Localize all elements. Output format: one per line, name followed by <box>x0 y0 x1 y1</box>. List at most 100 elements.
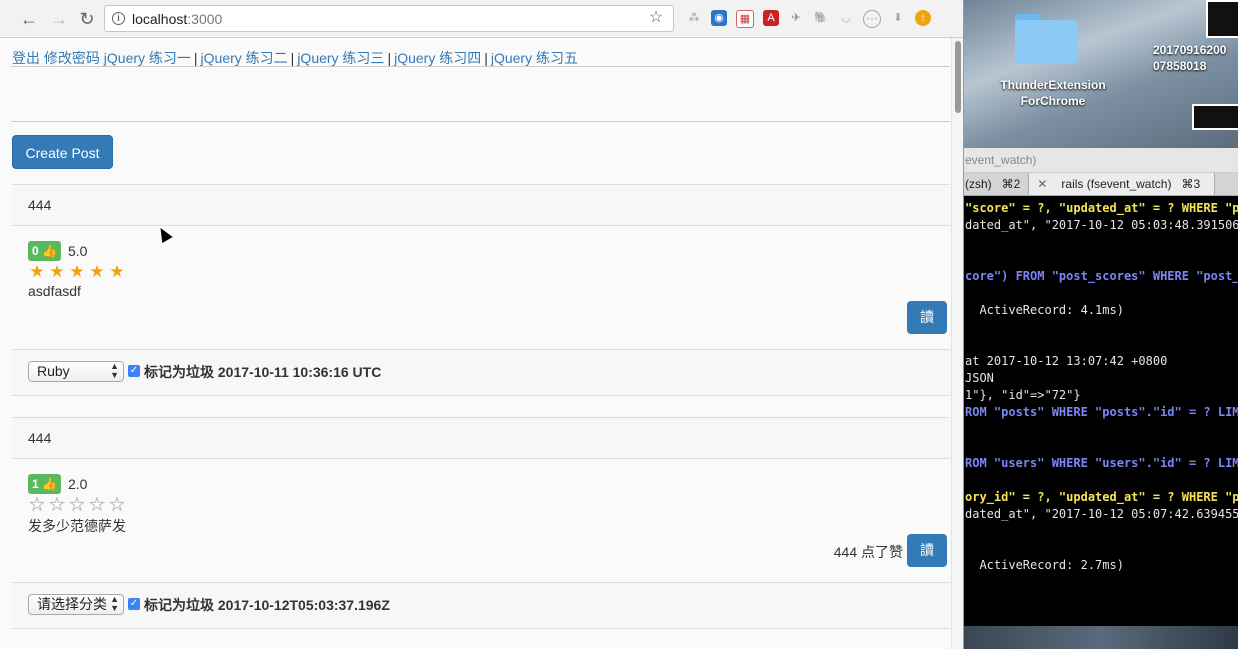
extension-icon[interactable]: ⁂ <box>686 10 702 26</box>
post-body: 0 👍 5.0 ★ ★ ★ ★ ★ asdfasdf 讀 <box>12 225 950 349</box>
like-button[interactable]: 1 👍 <box>28 474 61 494</box>
star-icon[interactable]: ★ <box>68 496 86 514</box>
star-rating[interactable]: ★ ★ ★ ★ ★ <box>28 496 126 514</box>
forward-arrow-icon[interactable]: → <box>49 9 69 29</box>
star-icon[interactable]: ★ <box>108 263 126 280</box>
nav-separator: | <box>484 50 488 66</box>
back-arrow-icon[interactable]: ← <box>19 9 39 29</box>
star-icon[interactable]: ★ <box>48 263 66 280</box>
tab-title: rails (fsevent_watch) <box>1061 177 1172 191</box>
desktop-folder-label[interactable]: ThunderExtension ForChrome <box>978 77 1128 109</box>
nav-link-change-password[interactable]: 修改密码 <box>44 50 100 66</box>
spam-checkbox[interactable]: ✓ <box>128 365 140 377</box>
like-button[interactable]: 0 👍 <box>28 241 61 261</box>
thumbs-up-icon: 👍 <box>42 477 57 491</box>
terminal-line: core") FROM "post_scores" WHERE "post_sc <box>965 269 1238 283</box>
nav-link-jquery-1[interactable]: jQuery 练习一 <box>104 50 191 66</box>
screenshot-extension-icon[interactable]: ◉ <box>711 10 727 26</box>
spam-label: 标记为垃圾 2017-10-12T05:03:37.196Z <box>144 597 390 613</box>
file-label-line-1: 20170916200 <box>1153 43 1227 57</box>
reload-icon[interactable]: ↻ <box>77 9 97 29</box>
read-button[interactable]: 讀 <box>907 301 947 334</box>
terminal-tab-rails[interactable]: ✕ rails (fsevent_watch) ⌘3 <box>1029 173 1216 195</box>
screenshot-thumbnail-icon[interactable] <box>1206 0 1238 38</box>
post-textarea[interactable] <box>11 66 950 122</box>
terminal-window[interactable]: event_watch) (zsh) ⌘2 ✕ rails (fsevent_w… <box>963 148 1238 626</box>
terminal-line: dated_at", "2017-10-12 05:03:48.391506"] <box>965 218 1238 232</box>
star-icon[interactable]: ★ <box>68 263 86 280</box>
page-content: 登出 修改密码 jQuery 练习一 | jQuery 练习二 | jQuery 练习三… <box>0 38 950 649</box>
terminal-line: ActiveRecord: 4.1ms) <box>965 303 1124 317</box>
scrollbar-thumb[interactable] <box>955 41 961 113</box>
nav-link-jquery-4[interactable]: jQuery 练习四 <box>394 50 481 66</box>
create-post-button[interactable]: Create Post <box>12 135 113 169</box>
url-host: localhost <box>132 11 188 27</box>
star-icon[interactable]: ★ <box>28 496 46 514</box>
nav-link-jquery-3[interactable]: jQuery 练习三 <box>297 50 384 66</box>
calendar-extension-icon[interactable]: ▦ <box>736 10 754 28</box>
terminal-line: "score" = ?, "updated_at" = ? WHERE "po <box>965 201 1238 215</box>
pocket-extension-icon[interactable]: ◡ <box>838 10 854 26</box>
terminal-tab-zsh[interactable]: (zsh) ⌘2 <box>963 173 1030 195</box>
read-button[interactable]: 讀 <box>907 534 947 567</box>
desktop-background-strip <box>963 626 1238 649</box>
terminal-line: ROM "posts" WHERE "posts"."id" = ? LIMI <box>965 405 1238 419</box>
update-icon[interactable]: ↑ <box>915 10 931 26</box>
star-icon[interactable]: ★ <box>88 496 106 514</box>
post-footer: Ruby ▲ ▼ ✓ 标记为垃圾 2017-10-11 10:36:16 UTC <box>12 349 950 396</box>
terminal-line: ROM "users" WHERE "users"."id" = ? LIMI <box>965 456 1238 470</box>
star-icon[interactable]: ★ <box>48 496 66 514</box>
star-icon[interactable]: ★ <box>108 496 126 514</box>
like-count: 0 <box>32 244 39 258</box>
nav-link-jquery-5[interactable]: jQuery 练习五 <box>491 50 578 66</box>
nav-separator: | <box>193 50 198 66</box>
file-label-line-2: 07858018 <box>1153 59 1207 73</box>
pdf-extension-icon[interactable]: A <box>763 10 779 26</box>
bookmark-star-icon[interactable]: ☆ <box>647 9 665 26</box>
plane-extension-icon[interactable]: ✈ <box>788 10 804 26</box>
nav-separator: | <box>387 50 392 66</box>
terminal-line: at 2017-10-12 13:07:42 +0800 <box>965 354 1168 368</box>
category-select[interactable]: 请选择分类 ▲ ▼ <box>28 594 124 615</box>
star-rating[interactable]: ★ ★ ★ ★ ★ <box>28 263 126 280</box>
download-icon[interactable]: ⬇ <box>890 10 906 26</box>
terminal-output: "score" = ?, "updated_at" = ? WHERE "po d… <box>963 196 1238 574</box>
like-count: 1 <box>32 477 39 491</box>
nav-link-logout[interactable]: 登出 <box>12 50 40 66</box>
terminal-line: JSON <box>965 371 994 385</box>
thumbs-up-icon: 👍 <box>42 244 57 258</box>
category-select[interactable]: Ruby ▲ ▼ <box>28 361 124 382</box>
info-icon[interactable]: i <box>112 12 125 25</box>
folder-icon[interactable] <box>1015 14 1077 64</box>
url-port: :3000 <box>187 11 223 27</box>
post-header: 444 <box>12 184 950 226</box>
desktop-file-label[interactable]: 20170916200 07858018 <box>1153 42 1238 74</box>
top-navigation: 登出 修改密码 jQuery 练习一 | jQuery 练习二 | jQuery 练习三… <box>12 48 578 68</box>
terminal-title: event_watch) <box>963 148 1238 173</box>
score-value: 5.0 <box>68 243 88 259</box>
nav-separator: | <box>290 50 295 66</box>
close-icon[interactable]: ✕ <box>1037 173 1047 195</box>
score-value: 2.0 <box>68 476 88 492</box>
page-scrollbar[interactable] <box>951 38 963 649</box>
browser-toolbar: ← → ↻ i localhost:3000 ☆ ⁂ ◉ ▦ A ✈ 🐘 ◡ ⋯… <box>0 0 963 38</box>
spam-checkbox[interactable]: ✓ <box>128 598 140 610</box>
screenshot-thumbnail-icon[interactable] <box>1192 104 1238 130</box>
evernote-extension-icon[interactable]: 🐘 <box>813 10 829 26</box>
star-icon[interactable]: ★ <box>28 263 46 280</box>
nav-link-jquery-2[interactable]: jQuery 练习二 <box>201 50 288 66</box>
extension-icon[interactable]: ⋯ <box>863 10 881 28</box>
terminal-line: ory_id" = ?, "updated_at" = ? WHERE "po <box>965 490 1238 504</box>
star-icon[interactable]: ★ <box>88 263 106 280</box>
terminal-line: 1"}, "id"=>"72"} <box>965 388 1081 402</box>
address-bar[interactable]: i localhost:3000 ☆ <box>104 5 674 32</box>
category-selected-value: 请选择分类 <box>37 596 107 612</box>
